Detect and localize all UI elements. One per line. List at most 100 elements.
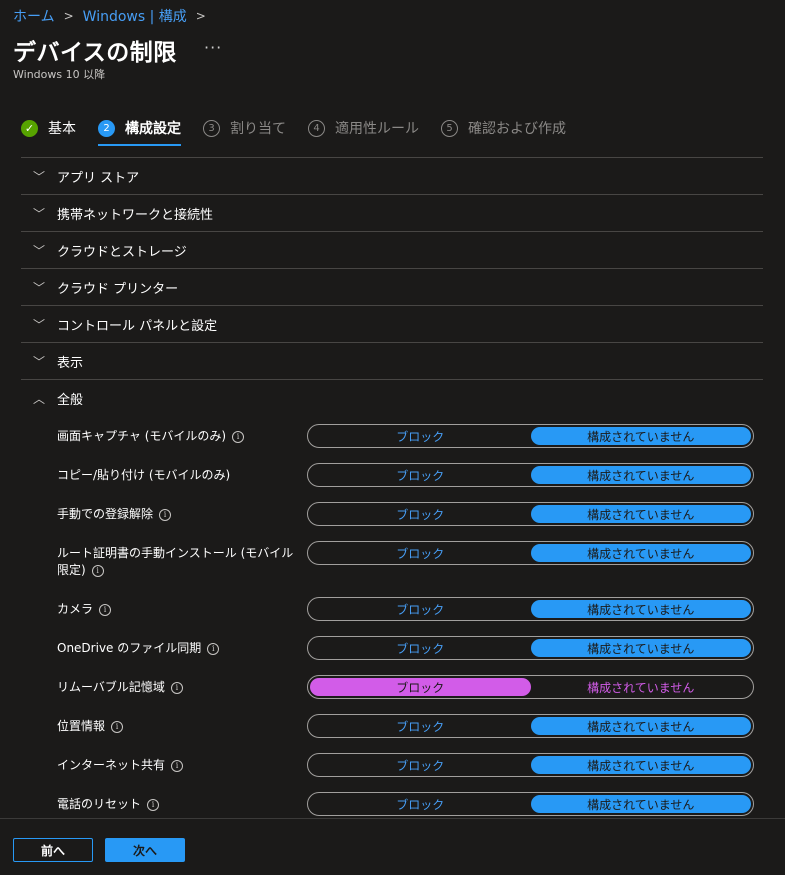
not-configured-option[interactable]: 構成されていません [530, 756, 751, 774]
setting-label: インターネット共有 [57, 758, 166, 772]
setting-label: 手動での登録解除 [57, 507, 154, 521]
not-configured-option[interactable]: 構成されていません [530, 795, 751, 813]
step-number-badge: 5 [441, 119, 458, 137]
step-1[interactable]: ✓ 基本 [21, 117, 76, 139]
setting-row: カメラ i ブロック 構成されていません [21, 593, 763, 632]
block-toggle[interactable]: ブロック 構成されていません [307, 753, 754, 777]
block-toggle[interactable]: ブロック 構成されていません [307, 463, 754, 487]
setting-label: 電話のリセット [57, 797, 142, 811]
not-configured-option[interactable]: 構成されていません [530, 600, 751, 618]
section-header[interactable]: ︿ 全般 [21, 379, 763, 416]
block-option[interactable]: ブロック [310, 427, 531, 445]
general-settings-list: 画面キャプチャ (モバイルのみ) i ブロック 構成されていません コピー/貼り付け (… [21, 420, 763, 827]
block-toggle[interactable]: ブロック 構成されていません [307, 636, 754, 660]
setting-label-container: 位置情報 i [57, 718, 297, 735]
setting-label-container: インターネット共有 i [57, 757, 297, 774]
block-toggle[interactable]: ブロック 構成されていません [307, 541, 754, 565]
step-number-badge: 4 [308, 119, 325, 137]
breadcrumb-chevron-icon: > [63, 9, 74, 23]
breadcrumb-chevron-icon: > [195, 9, 206, 23]
step-number-badge: 2 [98, 119, 115, 137]
chevron-down-icon: ﹀ [33, 243, 46, 258]
setting-label: コピー/貼り付け (モバイルのみ) [57, 468, 231, 482]
not-configured-option[interactable]: 構成されていません [531, 678, 752, 696]
wizard-steps: ✓ 基本 2 構成設定 3 割り当て 4 適用性ルール 5 確認および作成 [21, 117, 588, 146]
section-label: 携帯ネットワークと接続性 [57, 207, 214, 223]
setting-label: 画面キャプチャ (モバイルのみ) [57, 429, 227, 443]
setting-row: ルート証明書の手動インストール (モバイル限定) i ブロック 構成されていません [21, 537, 763, 593]
info-icon[interactable]: i [147, 799, 160, 811]
info-icon[interactable]: i [207, 643, 220, 655]
not-configured-option[interactable]: 構成されていません [530, 544, 751, 562]
chevron-down-icon: ﹀ [33, 280, 46, 295]
settings-categories: ﹀ アプリ ストア ﹀ 携帯ネットワークと接続性 ﹀ クラウドとストレージ ﹀ クラウド プリ… [21, 157, 763, 416]
setting-row: 画面キャプチャ (モバイルのみ) i ブロック 構成されていません [21, 420, 763, 459]
section-header[interactable]: ﹀ クラウド プリンター [21, 268, 763, 305]
chevron-down-icon: ﹀ [33, 169, 46, 184]
setting-label-container: 手動での登録解除 i [57, 506, 297, 523]
section-label: 表示 [57, 355, 84, 371]
block-toggle[interactable]: ブロック 構成されていません [307, 597, 754, 621]
block-toggle[interactable]: ブロック 構成されていません [307, 675, 754, 699]
breadcrumb: ホーム > Windows | 構成 > [13, 6, 215, 26]
block-option[interactable]: ブロック [310, 639, 531, 657]
section-label: 全般 [57, 392, 84, 408]
block-toggle[interactable]: ブロック 構成されていません [307, 714, 754, 738]
page-subtitle: Windows 10 以降 [13, 68, 106, 81]
breadcrumb-windows-config-link[interactable]: Windows | 構成 [83, 6, 187, 26]
block-toggle[interactable]: ブロック 構成されていません [307, 792, 754, 816]
more-options-icon[interactable]: ··· [204, 38, 222, 57]
step-2[interactable]: 2 構成設定 [98, 117, 181, 146]
step-3[interactable]: 3 割り当て [203, 117, 286, 139]
step-5[interactable]: 5 確認および作成 [441, 117, 566, 139]
block-option[interactable]: ブロック [310, 756, 531, 774]
setting-row: 手動での登録解除 i ブロック 構成されていません [21, 498, 763, 537]
block-option[interactable]: ブロック [310, 678, 531, 696]
block-option[interactable]: ブロック [310, 466, 531, 484]
breadcrumb-home-link[interactable]: ホーム [13, 6, 55, 26]
info-icon[interactable]: i [171, 760, 184, 772]
section-header[interactable]: ﹀ クラウドとストレージ [21, 231, 763, 268]
block-option[interactable]: ブロック [310, 600, 531, 618]
step-number-badge: 3 [203, 119, 220, 137]
chevron-down-icon: ﹀ [33, 206, 46, 221]
chevron-down-icon: ﹀ [33, 354, 46, 369]
step-label: 割り当て [230, 121, 286, 137]
block-option[interactable]: ブロック [310, 717, 531, 735]
not-configured-option[interactable]: 構成されていません [530, 639, 751, 657]
setting-row: 位置情報 i ブロック 構成されていません [21, 710, 763, 749]
setting-label: OneDrive のファイル同期 [57, 641, 202, 655]
previous-button[interactable]: 前へ [13, 838, 93, 862]
setting-label-container: 画面キャプチャ (モバイルのみ) i [57, 428, 297, 445]
info-icon[interactable]: i [111, 721, 124, 733]
info-icon[interactable]: i [91, 565, 104, 577]
chevron-up-icon: ︿ [33, 391, 46, 406]
section-header[interactable]: ﹀ コントロール パネルと設定 [21, 305, 763, 342]
setting-label: 位置情報 [57, 719, 106, 733]
section-label: クラウドとストレージ [57, 244, 187, 260]
block-option[interactable]: ブロック [310, 795, 531, 813]
wizard-footer: 前へ 次へ [0, 818, 785, 875]
step-4[interactable]: 4 適用性ルール [308, 117, 419, 139]
not-configured-option[interactable]: 構成されていません [530, 466, 751, 484]
next-button[interactable]: 次へ [105, 838, 185, 862]
setting-label-container: OneDrive のファイル同期 i [57, 640, 297, 657]
not-configured-option[interactable]: 構成されていません [530, 505, 751, 523]
block-toggle[interactable]: ブロック 構成されていません [307, 424, 754, 448]
step-label: 確認および作成 [468, 121, 566, 137]
info-icon[interactable]: i [99, 604, 112, 616]
step-label: 適用性ルール [335, 121, 419, 137]
section-header[interactable]: ﹀ 表示 [21, 342, 763, 379]
setting-label-container: コピー/貼り付け (モバイルのみ) [57, 467, 297, 484]
info-icon[interactable]: i [170, 682, 183, 694]
setting-row: コピー/貼り付け (モバイルのみ) ブロック 構成されていません [21, 459, 763, 498]
block-option[interactable]: ブロック [310, 544, 531, 562]
block-toggle[interactable]: ブロック 構成されていません [307, 502, 754, 526]
block-option[interactable]: ブロック [310, 505, 531, 523]
section-header[interactable]: ﹀ アプリ ストア [21, 157, 763, 194]
info-icon[interactable]: i [232, 431, 245, 443]
not-configured-option[interactable]: 構成されていません [530, 717, 751, 735]
info-icon[interactable]: i [159, 509, 172, 521]
section-header[interactable]: ﹀ 携帯ネットワークと接続性 [21, 194, 763, 231]
not-configured-option[interactable]: 構成されていません [530, 427, 751, 445]
